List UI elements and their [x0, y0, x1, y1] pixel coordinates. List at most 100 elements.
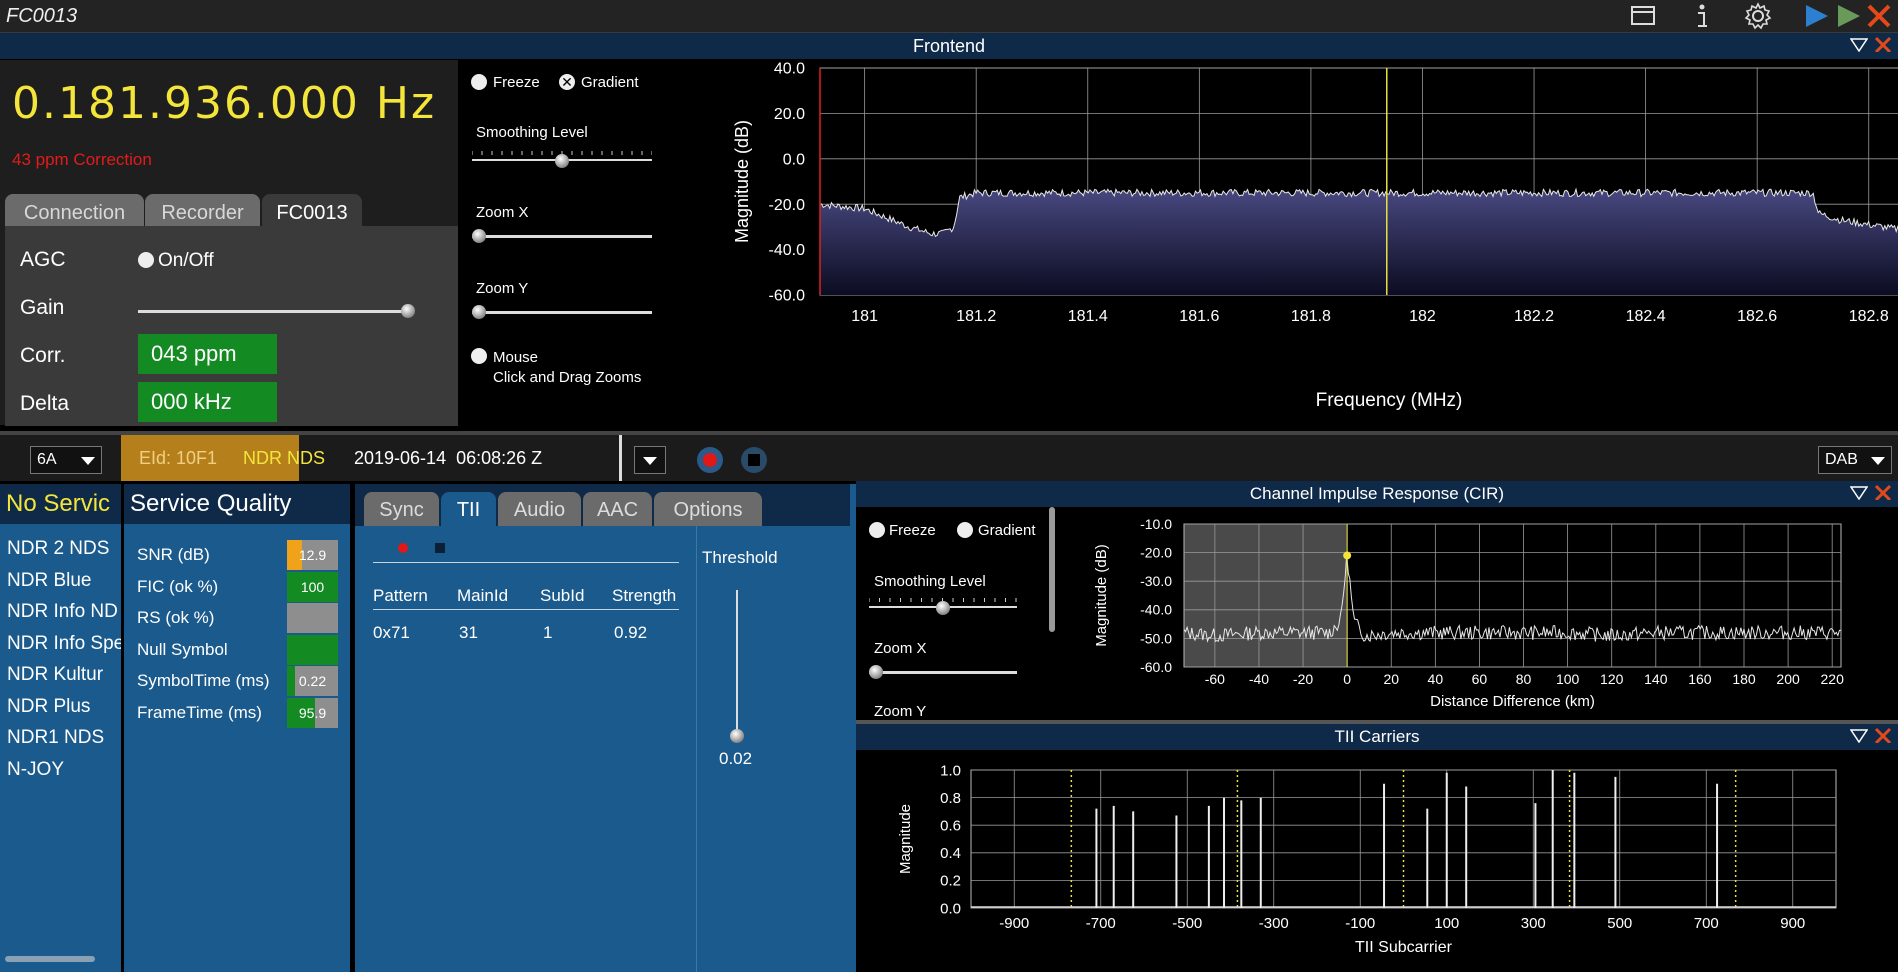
horizontal-scrollbar[interactable]: [5, 956, 95, 962]
tii-carriers-title: TII Carriers: [1334, 727, 1420, 746]
threshold-label: Threshold: [702, 548, 778, 567]
delta-value[interactable]: 000 kHz: [138, 382, 277, 422]
cir-freeze-radio[interactable]: [869, 522, 885, 538]
list-item[interactable]: NDR 2 NDS: [7, 538, 109, 560]
x-tick-label: 182.6: [1737, 308, 1777, 325]
panel-close-icon[interactable]: [1874, 481, 1892, 507]
x-tick-label: -900: [999, 915, 1029, 932]
zoomy-slider-track[interactable]: [472, 311, 652, 314]
mouse-label: Mouse: [493, 349, 539, 366]
service-quality-title: Service Quality: [130, 490, 292, 517]
tab-tii[interactable]: TII: [441, 492, 496, 526]
cir-zoomx-thumb[interactable]: [869, 665, 883, 679]
tii-carriers-chart[interactable]: -900 -700 -500 -300 -100 100 300 500 700 900 1.0 0.…: [856, 750, 1898, 972]
record-icon[interactable]: [696, 446, 724, 479]
mode-select[interactable]: DAB: [1818, 446, 1892, 474]
cir-zoomx-track[interactable]: [869, 671, 1017, 674]
tab-connection[interactable]: Connection: [5, 194, 144, 228]
datetime: 2019-06-14 06:08:26 Z: [354, 448, 543, 468]
quality-value: 100: [300, 578, 325, 595]
list-item[interactable]: NDR Plus: [7, 696, 90, 718]
service-quality-panel: Service Quality SNR (dB) 12.9 FIC (ok %) 10…: [124, 484, 350, 972]
tab-aac[interactable]: AAC: [583, 492, 652, 526]
y-tick-label: -40.0: [769, 242, 806, 259]
divider: [850, 484, 856, 972]
play-blue-icon[interactable]: [1804, 3, 1830, 34]
y-tick-label: 1.0: [940, 762, 961, 779]
collapse-icon[interactable]: [1849, 481, 1869, 507]
gradient-checkbox[interactable]: ✕: [559, 74, 575, 90]
quality-meter: [287, 603, 338, 634]
chevron-down-icon: [643, 457, 657, 465]
quality-value: [287, 603, 338, 633]
smoothing-slider-thumb[interactable]: [555, 154, 569, 168]
tii-record-icon[interactable]: [397, 541, 409, 559]
panel-close-icon[interactable]: [1874, 33, 1892, 59]
panel-close-icon[interactable]: [1874, 724, 1892, 750]
cir-chart[interactable]: -60 -40 -20 0 20 40 60 80 100 120 140 160 180 200 220 -…: [1056, 507, 1898, 720]
x-tick-label: -300: [1259, 915, 1289, 932]
y-tick-label: 0.8: [940, 790, 961, 807]
chevron-down-icon: [81, 457, 95, 465]
close-icon[interactable]: [1866, 3, 1892, 34]
list-item[interactable]: NDR Info ND: [7, 601, 118, 623]
divider: [373, 562, 679, 563]
cir-gradient-radio[interactable]: [957, 522, 973, 538]
list-item[interactable]: N-JOY: [7, 759, 64, 781]
status-bar: 6A EId: 10F1 NDR NDS 2019-06-14 06:08:26…: [0, 431, 1898, 481]
zoomx-slider-track[interactable]: [472, 235, 652, 238]
tab-audio[interactable]: Audio: [498, 492, 581, 526]
gain-slider-thumb[interactable]: [401, 304, 415, 318]
x-tick-label: 160: [1688, 671, 1712, 687]
zoomy-slider-thumb[interactable]: [472, 305, 486, 319]
cell-subid: 1: [543, 623, 553, 642]
threshold-value: 0.02: [719, 749, 753, 768]
carriers-ylabel: Magnitude: [897, 804, 914, 874]
tab-options[interactable]: Options: [654, 492, 762, 526]
tii-panel: Sync TII Audio AAC Options Pattern MainI…: [355, 484, 850, 972]
window-icon[interactable]: [1630, 3, 1656, 32]
x-tick-label: 182.8: [1849, 308, 1889, 325]
y-tick-label: -20.0: [769, 197, 806, 214]
x-tick-label: 500: [1607, 915, 1632, 932]
collapse-icon[interactable]: [1849, 33, 1869, 59]
quality-meter: 12.9: [287, 540, 338, 570]
list-item[interactable]: NDR Kultur: [7, 664, 103, 686]
x-tick-label: 182: [1409, 308, 1436, 325]
y-tick-label: -10.0: [1140, 516, 1172, 532]
list-item[interactable]: NDR1 NDS: [7, 727, 104, 749]
x-tick-label: 60: [1472, 671, 1488, 687]
threshold-slider-track[interactable]: [736, 590, 738, 738]
tab-fc0013[interactable]: FC0013: [262, 194, 362, 228]
x-tick-label: -500: [1172, 915, 1202, 932]
y-tick-label: -20.0: [1140, 545, 1172, 561]
y-tick-label: -50.0: [1140, 630, 1172, 646]
list-item[interactable]: NDR Info Spe: [7, 633, 121, 655]
quality-label: RS (ok %): [137, 608, 215, 628]
info-icon[interactable]: [1692, 2, 1712, 35]
cir-smoothing-thumb[interactable]: [936, 601, 950, 615]
channel-select[interactable]: 6A: [30, 446, 102, 474]
vertical-scrollbar[interactable]: [1049, 507, 1055, 632]
freeze-radio[interactable]: [471, 74, 487, 90]
tab-sync[interactable]: Sync: [364, 492, 439, 526]
menu-dropdown[interactable]: [634, 446, 666, 474]
corr-value[interactable]: 043 ppm: [138, 334, 277, 374]
ensemble-name: NDR NDS: [243, 448, 326, 468]
collapse-icon[interactable]: [1849, 724, 1869, 750]
list-item[interactable]: NDR Blue: [7, 570, 91, 592]
agc-radio[interactable]: [138, 252, 154, 268]
threshold-slider-thumb[interactable]: [730, 729, 744, 744]
spectrum-chart[interactable]: 181 181.2 181.4 181.6 181.8 182 182.2 182.4 182.…: [663, 60, 1898, 425]
gain-slider-track[interactable]: [138, 310, 408, 313]
tab-recorder[interactable]: Recorder: [145, 194, 260, 228]
quality-meter: [287, 634, 338, 665]
tii-stop-icon[interactable]: [434, 541, 446, 559]
cir-shaded-region: [1184, 524, 1348, 667]
play-green-icon[interactable]: [1836, 3, 1862, 34]
gear-icon[interactable]: [1744, 2, 1772, 35]
zoomx-slider-thumb[interactable]: [472, 229, 486, 243]
mouse-radio[interactable]: [471, 348, 487, 364]
x-tick-label: 700: [1694, 915, 1719, 932]
stop-icon[interactable]: [740, 446, 768, 479]
